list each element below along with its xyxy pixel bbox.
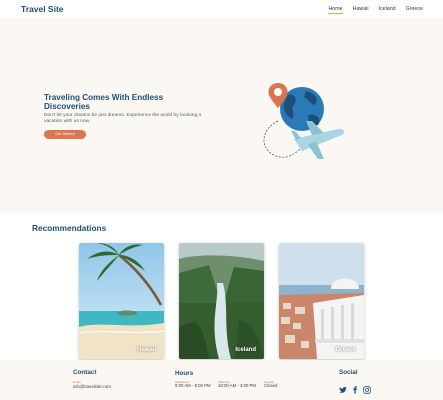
card-hawaii[interactable]: Hawaii xyxy=(79,243,164,359)
facebook-icon[interactable] xyxy=(351,381,359,394)
nav-greece[interactable]: Greece xyxy=(406,6,423,14)
recommendations-title: Recommendations xyxy=(32,223,107,233)
card-label-iceland: Iceland xyxy=(235,347,256,353)
greece-photo xyxy=(279,243,364,359)
main-nav: Home Hawaii Iceland Greece xyxy=(328,6,423,14)
hours-value-saturday: 10:00 AM - 4:00 PM xyxy=(218,383,256,388)
card-iceland[interactable]: Iceland xyxy=(179,243,264,359)
hours-value-sunday: Closed xyxy=(264,383,278,388)
social-links xyxy=(339,381,371,394)
hero-section: Traveling Comes With Endless Discoveries… xyxy=(0,18,443,213)
nav-iceland[interactable]: Iceland xyxy=(379,6,396,14)
contact-title: Contact xyxy=(73,369,97,376)
top-header: Travel Site Home Hawaii Iceland Greece xyxy=(0,0,443,18)
get-started-button[interactable]: Get Started xyxy=(44,130,86,139)
hours-value-weekdays: 9:00 AM - 5:00 PM xyxy=(175,383,211,388)
nav-hawaii[interactable]: Hawaii xyxy=(353,6,369,14)
hero-title: Traveling Comes With Endless Discoveries xyxy=(44,93,164,111)
email-link[interactable]: info@travelsite.com xyxy=(73,384,111,389)
nav-home[interactable]: Home xyxy=(328,6,343,14)
twitter-icon[interactable] xyxy=(339,381,347,393)
instagram-icon[interactable] xyxy=(363,381,371,394)
iceland-photo xyxy=(179,243,264,359)
site-logo[interactable]: Travel Site xyxy=(21,4,64,14)
card-label-hawaii: Hawaii xyxy=(136,347,156,353)
globe-plane-illustration xyxy=(263,83,345,159)
social-title: Social xyxy=(339,369,358,376)
card-label-greece: Greece xyxy=(335,347,356,353)
hawaii-photo xyxy=(79,243,164,359)
hero-text: Don't let your dreams be just dreams. Ex… xyxy=(44,113,202,124)
hours-title: Hours xyxy=(175,370,194,377)
card-greece[interactable]: Greece xyxy=(279,243,364,359)
